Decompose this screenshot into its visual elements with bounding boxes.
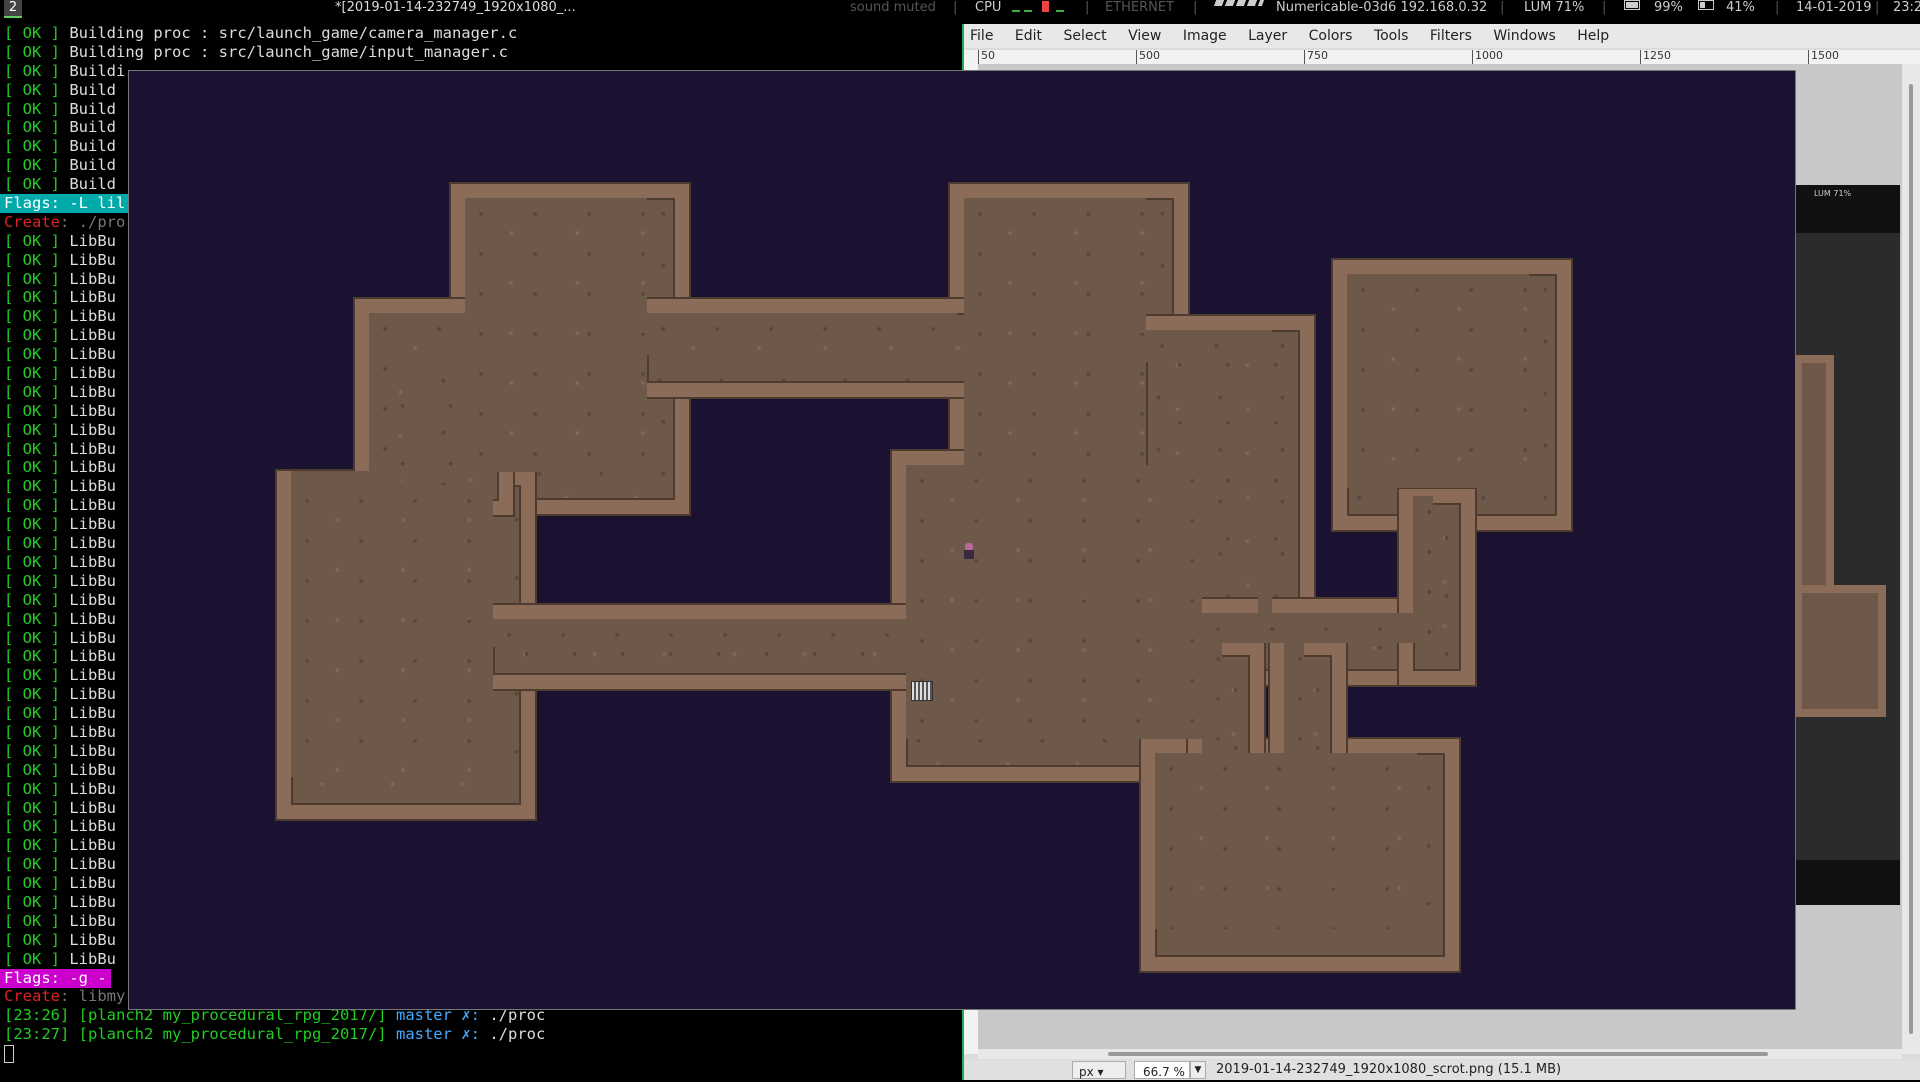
active-window-title: *[2019-01-14-232749_1920x1080_...: [335, 0, 576, 15]
stairs-icon: [911, 681, 933, 701]
terminal-cursor: [4, 1044, 14, 1063]
brightness-status: LUM 71%: [1524, 0, 1585, 15]
menu-file[interactable]: File: [970, 28, 993, 44]
canvas-image-preview: LUM 71%: [1794, 185, 1900, 905]
floor-patch: [1258, 330, 1272, 620]
preview-room: [1794, 355, 1834, 595]
floor-patch: [493, 619, 907, 647]
floor-patch: [964, 198, 1146, 466]
zoom-dropdown-button[interactable]: ▼: [1190, 1061, 1206, 1079]
chevron-down-icon: ▼: [1194, 1065, 1202, 1075]
battery2-percent: 41%: [1726, 0, 1755, 15]
ruler-tick: 500: [1136, 50, 1160, 64]
wifi-status: Numericable-03d6 192.168.0.32: [1276, 0, 1488, 15]
terminal-input-line[interactable]: [0, 1044, 960, 1063]
clock: 23:26: [1893, 0, 1920, 15]
floor-patch: [465, 198, 647, 472]
menu-view[interactable]: View: [1128, 28, 1161, 44]
prompt-line: [23:27] [planch2 my_procedural_rpg_2017/…: [4, 1025, 546, 1044]
status-bar: 12 *[2019-01-14-232749_1920x1080_... sou…: [0, 0, 1920, 18]
cpu-label: CPU: [975, 0, 1002, 15]
corridor: [1399, 489, 1475, 685]
date: 14-01-2019: [1796, 0, 1872, 15]
menu-windows[interactable]: Windows: [1493, 28, 1556, 44]
floor-patch: [1413, 496, 1433, 636]
ruler-tick: 1000: [1472, 50, 1503, 64]
gimp-menubar: File Edit Select View Image Layer Colors…: [964, 24, 1920, 48]
battery1-percent: 99%: [1654, 0, 1683, 15]
zoom-input[interactable]: 66.7 %: [1134, 1061, 1190, 1079]
floor-patch: [1284, 643, 1304, 753]
preview-room: [1794, 585, 1886, 717]
unit-select[interactable]: px ▾: [1072, 1061, 1126, 1079]
ruler-tick: 1250: [1640, 50, 1671, 64]
gimp-statusbar: px ▾ 66.7 % ▼ 2019-01-14-232749_1920x108…: [964, 1060, 1920, 1080]
floor-patch: [369, 313, 393, 487]
corridor: [479, 605, 935, 689]
menu-tools[interactable]: Tools: [1374, 28, 1409, 44]
floor-patch: [291, 485, 493, 777]
file-info: 2019-01-14-232749_1920x1080_scrot.png (1…: [1216, 1062, 1562, 1077]
sound-status: sound muted: [850, 0, 936, 15]
ethernet-status: ETHERNET: [1105, 0, 1175, 15]
terminal-line: [ OK ] Building proc : src/launch_game/i…: [4, 42, 508, 61]
floor-patch: [1155, 753, 1417, 929]
chevron-down-icon: ▾: [1097, 1065, 1104, 1079]
preview-lum-text: LUM 71%: [1814, 189, 1852, 198]
horizontal-scrollbar[interactable]: [978, 1049, 1902, 1059]
game-window[interactable]: [128, 70, 1796, 1010]
terminal-line: [ OK ] Building proc : src/launch_game/c…: [4, 24, 518, 42]
menu-edit[interactable]: Edit: [1015, 28, 1042, 44]
floor-patch: [1202, 613, 1434, 643]
workspace-2[interactable]: 2: [4, 0, 22, 18]
menu-layer[interactable]: Layer: [1248, 28, 1287, 44]
ruler-tick: 50: [978, 50, 995, 64]
menu-help[interactable]: Help: [1577, 28, 1609, 44]
preview-band: LUM 71%: [1794, 185, 1900, 233]
unit-value: px: [1079, 1065, 1094, 1079]
floor-patch: [1347, 274, 1529, 488]
preview-band: [1794, 860, 1900, 905]
menu-image[interactable]: Image: [1183, 28, 1227, 44]
floor-patch: [1146, 330, 1272, 362]
horizontal-ruler[interactable]: 50 500 750 1000 1250 1500: [964, 50, 1920, 65]
floor-patch: [906, 465, 1202, 739]
menu-filters[interactable]: Filters: [1430, 28, 1472, 44]
ruler-tick: 750: [1304, 50, 1328, 64]
floor-patch: [1202, 643, 1222, 753]
menu-colors[interactable]: Colors: [1309, 28, 1353, 44]
menu-select[interactable]: Select: [1063, 28, 1106, 44]
floor-patch: [647, 313, 957, 355]
ruler-tick: 1500: [1808, 50, 1839, 64]
vertical-scrollbar[interactable]: [1902, 64, 1920, 1054]
player-character: [963, 543, 975, 559]
